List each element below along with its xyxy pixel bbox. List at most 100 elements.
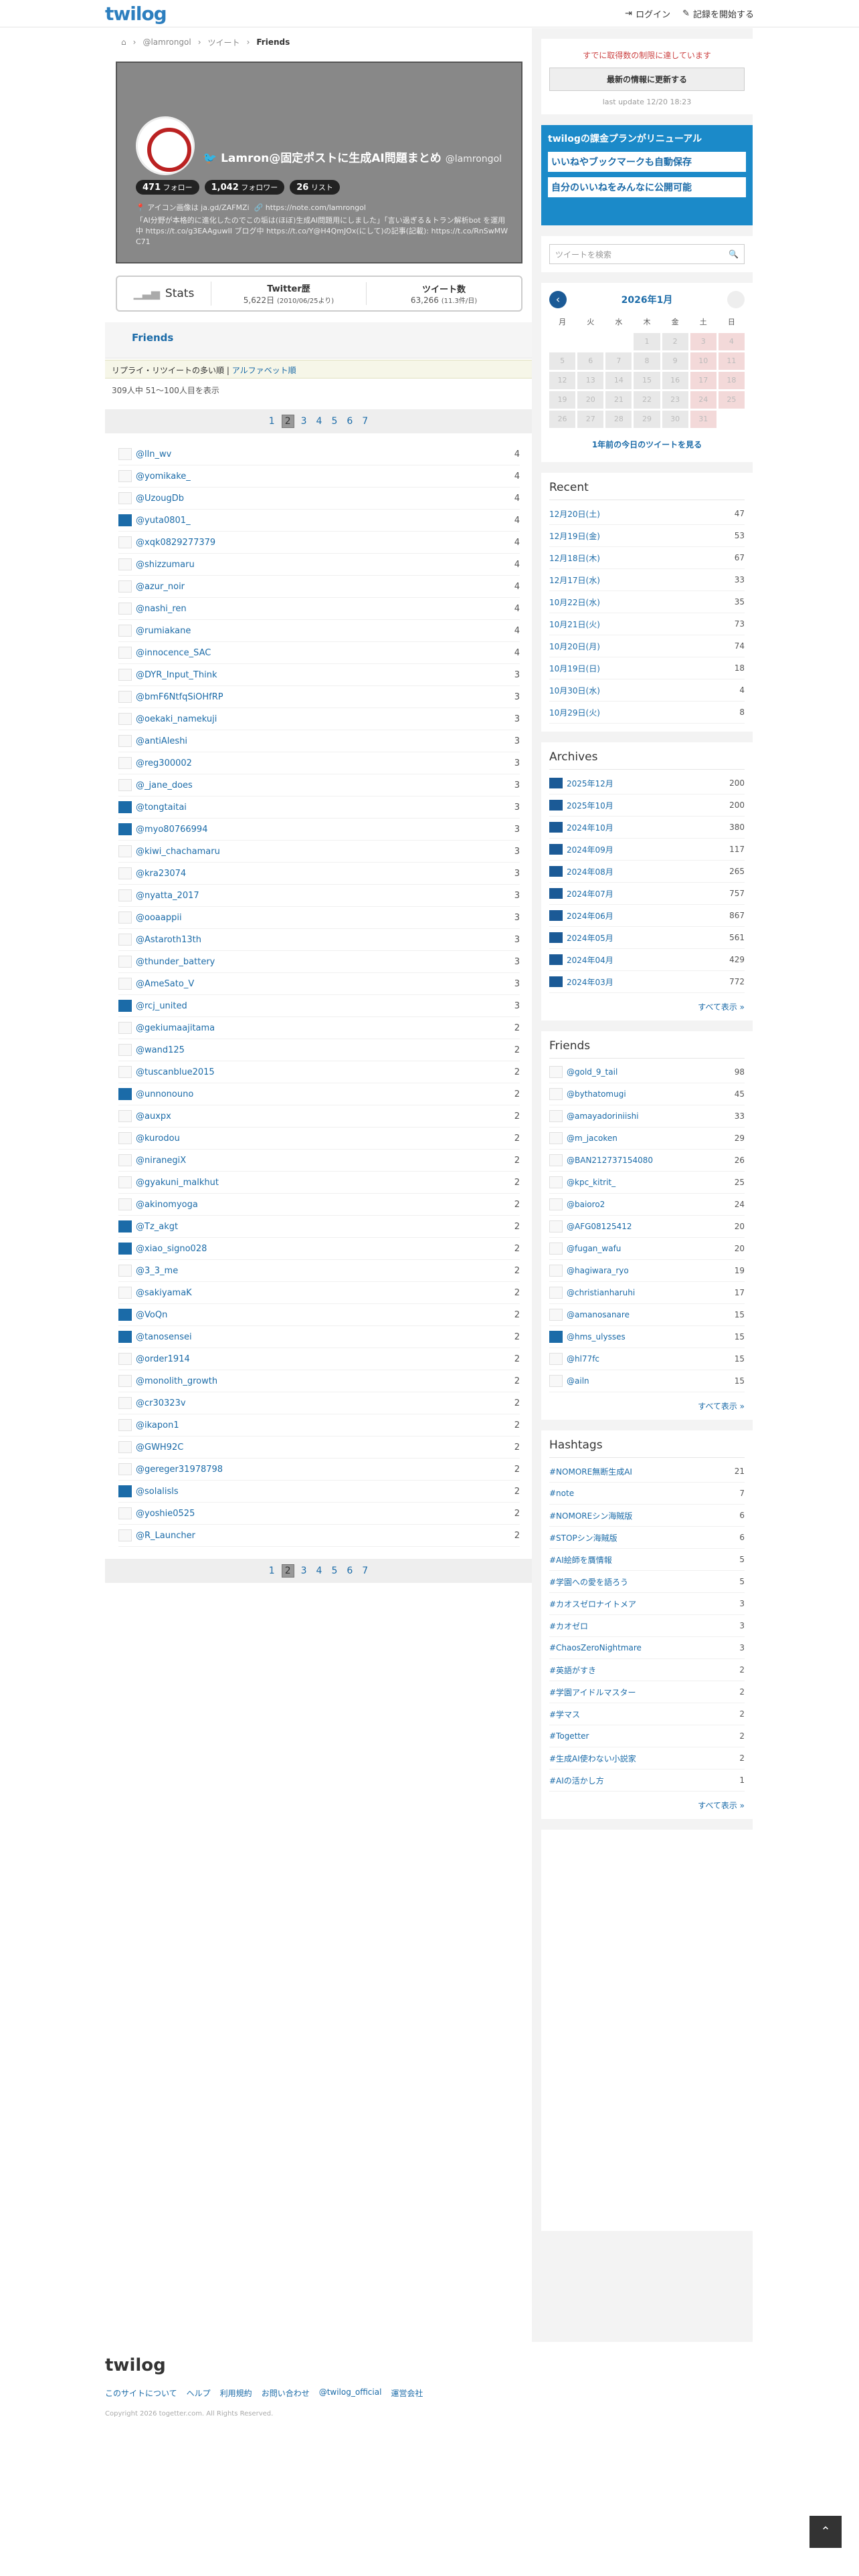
hash-row[interactable]: #英語がすき 2 [549,1659,745,1681]
sort-alphabet[interactable]: アルファベット順 [232,366,296,375]
sfr-row[interactable]: @m_jacoken 29 [549,1128,745,1150]
sfr-row[interactable]: @AFG08125412 20 [549,1216,745,1238]
friend-row[interactable]: @rcj_united 3 [118,995,520,1017]
friend-row[interactable]: @azur_noir 4 [118,576,520,598]
arch-label[interactable]: 2025年12月 [567,778,729,789]
crumb-user[interactable]: @lamrongol [142,37,191,47]
sfr-label[interactable]: @m_jacoken [567,1134,735,1143]
friend-name[interactable]: @yuta0801_ [136,516,500,526]
friend-row[interactable]: @auxpx 2 [118,1105,520,1128]
friend-name[interactable]: @gereger31978798 [136,1465,500,1475]
friend-name[interactable]: @innocence_SAC [136,648,500,658]
page-link[interactable]: 4 [314,415,325,427]
sfr-label[interactable]: @christianharuhi [567,1288,735,1297]
footer-link[interactable]: お問い合わせ [262,2387,310,2399]
hash-row[interactable]: #学園アイドルマスター 2 [549,1681,745,1703]
arch-row[interactable]: 2024年04月 429 [549,949,745,971]
friend-row[interactable]: @GWH92C 2 [118,1436,520,1459]
friend-name[interactable]: @azur_noir [136,582,500,592]
arch-row[interactable]: 2024年08月 265 [549,861,745,883]
hash-row[interactable]: #AI絵師を贋情報 5 [549,1549,745,1571]
sfr-row[interactable]: @fugan_wafu 20 [549,1238,745,1260]
stats-button[interactable]: ▁▃▅ Stats [117,287,211,300]
recent-label[interactable]: 10月19日(日) [549,663,735,674]
friend-name[interactable]: @order1914 [136,1354,500,1364]
friend-row[interactable]: @thunder_battery 3 [118,951,520,973]
hash-label[interactable]: #ChaosZeroNightmare [549,1643,739,1652]
friend-name[interactable]: @cr30323v [136,1398,500,1408]
site-logo[interactable]: twilog [105,3,167,25]
sfr-label[interactable]: @bythatomugi [567,1089,735,1099]
following-badge[interactable]: 1,042 フォロワー [204,180,285,195]
friend-name[interactable]: @tongtaitai [136,802,500,813]
friend-name[interactable]: @_jane_does [136,780,500,790]
friend-name[interactable]: @tuscanblue2015 [136,1067,500,1077]
hash-label[interactable]: #学マス [549,1709,739,1720]
friend-name[interactable]: @kra23074 [136,869,500,879]
search-icon[interactable]: 🔍 [729,249,739,259]
friend-row[interactable]: @_jane_does 3 [118,774,520,796]
friend-name[interactable]: @niranegiX [136,1156,500,1166]
friend-name[interactable]: @bmF6NtfqSiOHfRP [136,692,500,702]
friend-name[interactable]: @reg300002 [136,758,500,768]
friend-row[interactable]: @nyatta_2017 3 [118,885,520,907]
friend-row[interactable]: @tanosensei 2 [118,1326,520,1348]
recent-row[interactable]: 12月19日(金) 53 [549,525,745,547]
page-link[interactable]: 5 [328,415,340,427]
friend-name[interactable]: @DYR_Input_Think [136,670,500,680]
arch-label[interactable]: 2024年03月 [567,976,729,988]
hash-label[interactable]: #カオゼロ [549,1620,739,1632]
arch-label[interactable]: 2025年10月 [567,800,729,811]
home-icon[interactable]: ⌂ [121,37,126,47]
arch-row[interactable]: 2024年06月 867 [549,905,745,927]
hash-row[interactable]: #note 7 [549,1483,745,1505]
arch-row[interactable]: 2025年10月 200 [549,794,745,817]
page-link[interactable]: 5 [328,1565,340,1577]
recent-row[interactable]: 12月20日(土) 47 [549,503,745,525]
friend-row[interactable]: @akinomyoga 2 [118,1194,520,1216]
recent-label[interactable]: 12月17日(水) [549,574,735,586]
scroll-top-button[interactable]: ⌃ [809,2516,842,2548]
arch-row[interactable]: 2024年10月 380 [549,817,745,839]
friend-row[interactable]: @gyakuni_malkhut 2 [118,1172,520,1194]
hash-label[interactable]: #Togetter [549,1731,739,1741]
friend-row[interactable]: @antiAleshi 3 [118,730,520,752]
friend-row[interactable]: @tuscanblue2015 2 [118,1061,520,1083]
page-link[interactable]: 1 [266,1565,278,1577]
friend-name[interactable]: @myo80766994 [136,825,500,835]
year-ago-link[interactable]: 1年前の今日のツイートを見る [549,439,745,450]
hash-row[interactable]: #学園への愛を語ろう 5 [549,1571,745,1593]
recent-label[interactable]: 12月20日(土) [549,508,735,520]
friend-name[interactable]: @yomikake_ [136,471,500,481]
friend-row[interactable]: @VoQn 2 [118,1304,520,1326]
friend-name[interactable]: @tanosensei [136,1332,500,1342]
arch-label[interactable]: 2024年09月 [567,844,729,855]
arch-label[interactable]: 2024年07月 [567,888,729,899]
friend-row[interactable]: @yomikake_ 4 [118,465,520,488]
friend-name[interactable]: @yoshie0525 [136,1509,500,1519]
friend-row[interactable]: @3_3_me 2 [118,1260,520,1282]
recent-label[interactable]: 12月18日(木) [549,552,735,564]
recent-row[interactable]: 10月29日(火) 8 [549,702,745,724]
friend-row[interactable]: @wand125 2 [118,1039,520,1061]
footer-link[interactable]: ヘルプ [187,2387,211,2399]
hash-row[interactable]: #カオスゼロナイトメア 3 [549,1593,745,1615]
hash-row[interactable]: #NOMORE無断生成AI 21 [549,1461,745,1483]
friend-name[interactable]: @ikapon1 [136,1420,500,1430]
sfr-label[interactable]: @BAN212737154080 [567,1156,735,1165]
sfr-label[interactable]: @AFG08125412 [567,1222,735,1231]
hash-row[interactable]: #Togetter 2 [549,1725,745,1747]
recent-label[interactable]: 10月22日(水) [549,597,735,608]
hashtags-more[interactable]: すべて表示 » [549,1792,745,1811]
footer-link[interactable]: このサイトについて [105,2387,177,2399]
friend-name[interactable]: @unnonouno [136,1089,500,1099]
sfr-label[interactable]: @amayadoriniishi [567,1111,735,1121]
page-link[interactable]: 4 [314,1565,325,1577]
promo-banner[interactable]: twilogの課金プランがリニューアル いいねやブックマークも自動保存 自分のい… [541,125,753,225]
recent-label[interactable]: 10月30日(水) [549,685,739,696]
friend-name[interactable]: @kurodou [136,1134,500,1144]
friend-name[interactable]: @oekaki_namekuji [136,714,500,724]
friend-row[interactable]: @bmF6NtfqSiOHfRP 3 [118,686,520,708]
friend-row[interactable]: @niranegiX 2 [118,1150,520,1172]
arch-label[interactable]: 2024年10月 [567,822,729,833]
